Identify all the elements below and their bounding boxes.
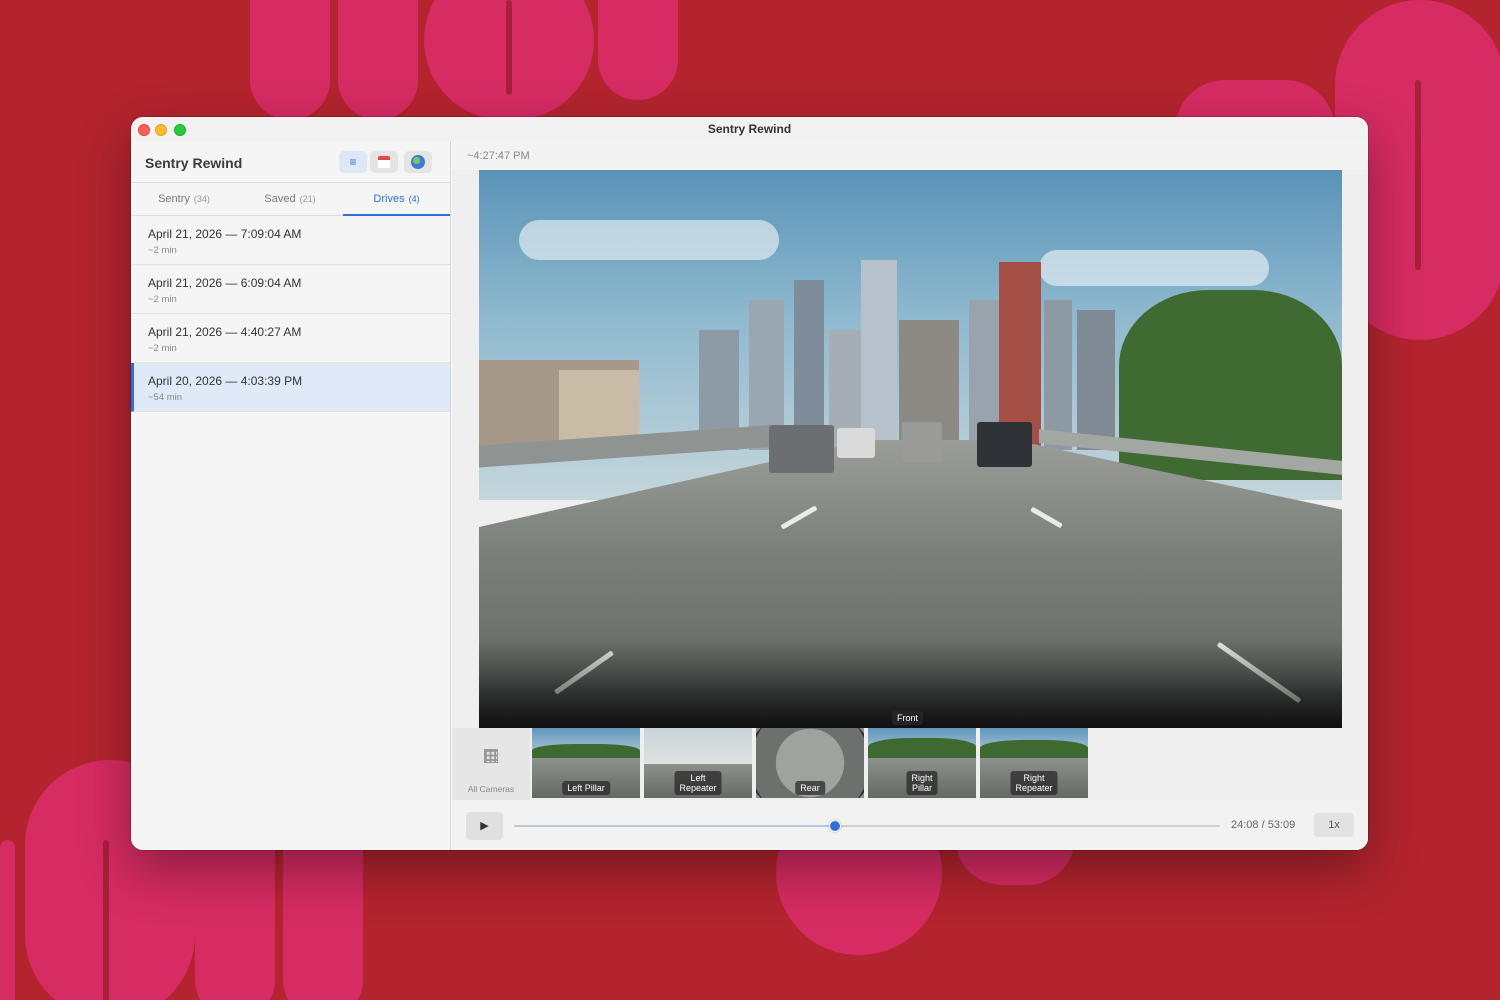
thumbnail-right-pillar[interactable]: Right Pillar: [868, 728, 976, 798]
background-line: [506, 0, 512, 95]
drive-duration: ~2 min: [148, 294, 177, 305]
background-shape: [0, 840, 15, 1000]
playback-speed-button[interactable]: 1x: [1314, 813, 1354, 837]
thumbnail-left-pillar[interactable]: Left Pillar: [532, 728, 640, 798]
tab-drives[interactable]: Drives (4): [343, 183, 450, 216]
thumbnail-right-repeater[interactable]: Right Repeater: [980, 728, 1088, 798]
background-shape: [598, 0, 678, 100]
tab-label: Sentry: [158, 193, 190, 205]
map-view-button[interactable]: [404, 151, 432, 173]
drive-list-item[interactable]: April 21, 2026 — 6:09:04 AM ~2 min: [131, 265, 450, 314]
playback-time: 24:08 / 53:09: [1231, 819, 1296, 831]
camera-label: Left Pillar: [562, 781, 610, 795]
video-car: [837, 428, 875, 458]
current-timestamp: ~4:27:47 PM: [467, 150, 530, 162]
calendar-icon: [378, 156, 390, 168]
playback-controls: ▶ 24:08 / 53:09 1x: [452, 800, 1368, 850]
drive-list-item-selected[interactable]: April 20, 2026 — 4:03:39 PM ~54 min: [131, 363, 450, 412]
camera-label: Left Repeater: [674, 771, 722, 795]
thumb-trees: [980, 740, 1088, 760]
drive-date: April 21, 2026 — 6:09:04 AM: [148, 276, 302, 290]
play-button[interactable]: ▶: [466, 812, 503, 840]
globe-icon: [411, 155, 425, 169]
window-title: Sentry Rewind: [707, 122, 792, 136]
player-pane: ~4:27:47 PM Front All Cameras Left Pilla…: [452, 141, 1368, 850]
app-name: Sentry Rewind: [145, 155, 243, 171]
tab-label: Saved: [264, 193, 296, 205]
grid-icon: [484, 749, 498, 763]
thumbnail-rear[interactable]: Rear: [756, 728, 864, 798]
app-window: Sentry Rewind Sentry Rewind ≡ Sentry (34)…: [131, 117, 1368, 850]
list-icon: ≡: [349, 155, 357, 169]
video-building: [861, 260, 897, 450]
tab-count: (34): [193, 194, 210, 204]
drive-duration: ~2 min: [148, 343, 177, 354]
calendar-view-button[interactable]: [370, 151, 398, 173]
camera-thumbnails: All Cameras Left Pillar Left Repeater Re…: [452, 728, 1367, 800]
tab-count: (4): [408, 194, 420, 204]
drive-duration: ~2 min: [148, 245, 177, 256]
camera-label: Right Pillar: [906, 771, 938, 795]
background-shape: [250, 0, 330, 120]
list-view-button[interactable]: ≡: [339, 151, 367, 173]
sidebar-header: Sentry Rewind ≡: [131, 141, 450, 183]
camera-label: Right Repeater: [1010, 771, 1058, 795]
tab-count: (21): [299, 194, 316, 204]
thumb-trees: [868, 738, 976, 760]
thumbnail-left-repeater[interactable]: Left Repeater: [644, 728, 752, 798]
main-camera-label: Front: [892, 711, 924, 725]
tab-label: Drives: [373, 193, 405, 205]
background-line: [1415, 80, 1421, 270]
drive-list: April 21, 2026 — 7:09:04 AM ~2 min April…: [131, 216, 450, 412]
drive-date: April 21, 2026 — 7:09:04 AM: [148, 227, 302, 241]
camera-label: Rear: [795, 781, 825, 795]
clip-type-tabs: Sentry (34) Saved (21) Drives (4): [131, 183, 450, 216]
main-video[interactable]: Front: [479, 170, 1342, 728]
drive-date: April 21, 2026 — 4:40:27 AM: [148, 325, 302, 339]
timestamp-bar: ~4:27:47 PM: [452, 141, 1368, 170]
drive-list-item[interactable]: April 21, 2026 — 7:09:04 AM ~2 min: [131, 216, 450, 265]
scrubber-handle[interactable]: [829, 820, 842, 832]
video-building: [1077, 310, 1115, 450]
scrubber-track[interactable]: [514, 820, 1220, 832]
title-bar: Sentry Rewind: [131, 117, 1368, 141]
all-cameras-label: All Cameras: [467, 784, 515, 794]
video-building: [1044, 300, 1072, 450]
sidebar: Sentry Rewind ≡ Sentry (34) Saved (21) Dri…: [131, 141, 451, 850]
background-line: [103, 840, 109, 1000]
scrubber-fill: [514, 825, 836, 827]
thumb-sky: [644, 728, 752, 764]
drive-list-item[interactable]: April 21, 2026 — 4:40:27 AM ~2 min: [131, 314, 450, 363]
drive-date: April 20, 2026 — 4:03:39 PM: [148, 374, 303, 388]
video-car: [769, 425, 834, 473]
tab-sentry[interactable]: Sentry (34): [131, 183, 237, 216]
all-cameras-button[interactable]: All Cameras: [452, 728, 530, 800]
play-icon: ▶: [480, 820, 489, 832]
background-shape: [338, 0, 418, 120]
drive-duration: ~54 min: [148, 392, 183, 403]
video-car: [977, 422, 1032, 467]
tab-saved[interactable]: Saved (21): [237, 183, 343, 216]
video-car: [902, 422, 942, 462]
speed-label: 1x: [1328, 819, 1340, 831]
